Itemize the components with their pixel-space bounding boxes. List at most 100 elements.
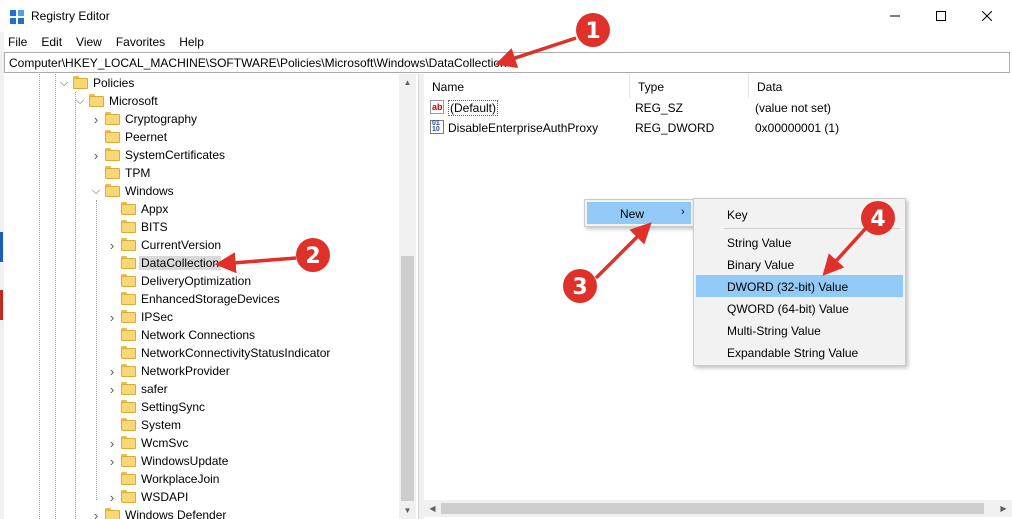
submenu-item-label: QWORD (64-bit) Value <box>727 302 849 316</box>
collapse-chevron-icon[interactable]: ⌵ <box>74 95 86 107</box>
folder-icon <box>121 364 136 377</box>
tree-item-label: Cryptography <box>125 112 198 126</box>
tree-item[interactable]: › WindowsUpdate <box>4 452 404 470</box>
collapse-chevron-icon[interactable]: ⌵ <box>90 185 102 197</box>
tree-item[interactable]: › WcmSvc <box>4 434 404 452</box>
close-button[interactable] <box>964 0 1010 32</box>
tree-item[interactable]: SettingSync <box>4 398 404 416</box>
submenu-item-label: Multi-String Value <box>727 324 821 338</box>
folder-icon <box>121 238 136 251</box>
folder-icon <box>121 328 136 341</box>
menu-favorites[interactable]: Favorites <box>108 32 171 52</box>
column-header-type[interactable]: Type <box>630 74 749 98</box>
scroll-thumb[interactable] <box>441 503 984 514</box>
tree-item-label: WorkplaceJoin <box>141 472 220 486</box>
tree-item[interactable]: TPM <box>4 164 404 182</box>
folder-icon <box>89 94 104 107</box>
tree-item-label: Microsoft <box>109 94 158 108</box>
submenu-item-string-value[interactable]: String Value <box>696 231 903 253</box>
submenu-item-multi-string-value[interactable]: Multi-String Value <box>696 319 903 341</box>
expand-chevron-icon[interactable]: › <box>90 112 102 127</box>
maximize-button[interactable] <box>918 0 964 32</box>
menu-edit[interactable]: Edit <box>33 32 68 52</box>
expand-chevron-icon[interactable]: › <box>106 364 118 379</box>
scroll-up-icon[interactable]: ▲ <box>399 74 416 91</box>
string-value-icon: ab <box>430 100 444 114</box>
submenu-item-label: DWORD (32-bit) Value <box>727 280 849 294</box>
submenu-item-qword-value[interactable]: QWORD (64-bit) Value <box>696 297 903 319</box>
tree-pane[interactable]: ⌵ Policies ⌵ Microsoft › Cryptography Peernet ›… <box>4 74 419 519</box>
tree-item[interactable]: NetworkConnectivityStatusIndicator <box>4 344 404 362</box>
scroll-down-icon[interactable]: ▼ <box>399 502 416 519</box>
submenu-item-label: Key <box>727 208 748 222</box>
value-type: REG_SZ <box>635 101 684 115</box>
window-title: Registry Editor <box>31 9 110 23</box>
expand-chevron-icon[interactable]: › <box>106 310 118 325</box>
scroll-left-icon[interactable]: ◀ <box>424 500 441 517</box>
expand-chevron-icon[interactable]: › <box>106 238 118 253</box>
expand-chevron-icon[interactable]: › <box>106 454 118 469</box>
submenu-item-expandable-string-value[interactable]: Expandable String Value <box>696 341 903 363</box>
expand-chevron-icon[interactable]: › <box>90 148 102 163</box>
menu-file[interactable]: File <box>0 32 33 52</box>
tree-item[interactable]: BITS <box>4 218 404 236</box>
values-horizontal-scrollbar[interactable]: ◀ ▶ <box>424 500 1012 517</box>
value-row[interactable]: ab (Default) REG_SZ (value not set) <box>424 98 1012 118</box>
tree-item[interactable]: › WSDAPI <box>4 488 404 506</box>
scroll-right-icon[interactable]: ▶ <box>995 500 1012 517</box>
submenu-item-key[interactable]: Key <box>696 203 903 225</box>
tree-item[interactable]: ⌵ Windows <box>4 182 404 200</box>
tree-item[interactable]: Network Connections <box>4 326 404 344</box>
collapse-chevron-icon[interactable]: ⌵ <box>58 77 70 89</box>
expand-chevron-icon[interactable]: › <box>106 382 118 397</box>
value-row[interactable]: 01 10 DisableEnterpriseAuthProxy REG_DWOR… <box>424 118 1012 138</box>
tree-item-label: SettingSync <box>141 400 206 414</box>
tree-item[interactable]: › Windows Defender <box>4 506 404 519</box>
tree-item[interactable]: DataCollection <box>4 254 404 272</box>
column-header-data[interactable]: Data <box>749 74 1012 98</box>
folder-icon <box>121 472 136 485</box>
tree-vertical-scrollbar[interactable]: ▲ ▼ <box>399 74 416 519</box>
expand-chevron-icon[interactable]: › <box>90 508 102 519</box>
tree-item[interactable]: › Cryptography <box>4 110 404 128</box>
submenu-item-dword-value[interactable]: DWORD (32-bit) Value <box>696 275 903 297</box>
submenu-separator <box>724 228 900 229</box>
tree-item[interactable]: › SystemCertificates <box>4 146 404 164</box>
tree-item[interactable]: ⌵ Microsoft <box>4 92 404 110</box>
folder-icon <box>121 418 136 431</box>
tree-item[interactable]: WorkplaceJoin <box>4 470 404 488</box>
submenu-item-binary-value[interactable]: Binary Value <box>696 253 903 275</box>
menu-view[interactable]: View <box>68 32 108 52</box>
submenu-item-label: Binary Value <box>727 258 795 272</box>
context-menu-new[interactable]: New › <box>587 202 691 224</box>
tree-item[interactable]: › safer <box>4 380 404 398</box>
tree-item[interactable]: System <box>4 416 404 434</box>
expand-chevron-icon[interactable]: › <box>106 490 118 505</box>
tree-item[interactable]: › NetworkProvider <box>4 362 404 380</box>
tree-item-label: CurrentVersion <box>141 238 222 252</box>
tree-item[interactable]: DeliveryOptimization <box>4 272 404 290</box>
tree-item[interactable]: › IPSec <box>4 308 404 326</box>
expand-chevron-icon[interactable]: › <box>106 436 118 451</box>
tree-item[interactable]: Appx <box>4 200 404 218</box>
column-header-name[interactable]: Name <box>424 74 630 98</box>
scroll-thumb[interactable] <box>401 256 414 501</box>
folder-icon <box>105 184 120 197</box>
folder-icon <box>121 256 136 269</box>
menu-help[interactable]: Help <box>171 32 210 52</box>
binary-value-icon: 01 10 <box>430 120 444 134</box>
address-bar[interactable]: Computer\HKEY_LOCAL_MACHINE\SOFTWARE\Pol… <box>4 52 1010 73</box>
value-name: DisableEnterpriseAuthProxy <box>448 121 599 135</box>
tree-item[interactable]: Peernet <box>4 128 404 146</box>
minimize-button[interactable] <box>872 0 918 32</box>
tree-item-label: BITS <box>141 220 168 234</box>
tree-item-label: IPSec <box>141 310 174 324</box>
tree-item[interactable]: ⌵ Policies <box>4 74 404 92</box>
tree-item[interactable]: EnhancedStorageDevices <box>4 290 404 308</box>
value-data: (value not set) <box>755 101 832 115</box>
tree-item-label: safer <box>141 382 168 396</box>
tree-item[interactable]: › CurrentVersion <box>4 236 404 254</box>
folder-icon <box>121 490 136 503</box>
folder-icon <box>105 166 120 179</box>
tree-item-label: NetworkConnectivityStatusIndicator <box>141 346 331 360</box>
